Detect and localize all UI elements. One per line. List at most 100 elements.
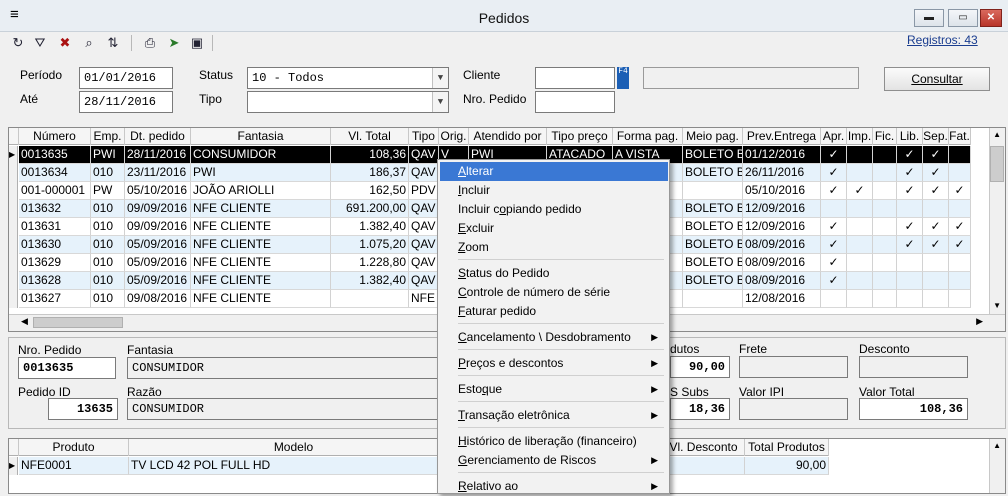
consultar-button[interactable]: Consultar (884, 67, 990, 91)
column-header[interactable]: Vl. Desconto (663, 439, 745, 456)
frete-value[interactable] (739, 356, 848, 378)
status-select[interactable]: 10 - Todos ▼ (247, 67, 449, 89)
column-header[interactable]: Forma pag. (613, 128, 683, 145)
menu-item[interactable]: Status do Pedido (440, 264, 668, 283)
ipi-value[interactable] (739, 398, 848, 420)
scroll-left-icon[interactable]: ◀ (21, 316, 28, 327)
menu-item[interactable]: Transação eletrônica ▶ (440, 406, 668, 425)
column-header[interactable]: Total Produtos (745, 439, 829, 456)
cliente-input[interactable] (535, 67, 615, 89)
column-header[interactable]: Orig. (439, 128, 469, 145)
print-icon[interactable]: ⎙ (141, 34, 159, 52)
menu-item[interactable]: Gerenciamento de Riscos ▶ (440, 451, 668, 470)
total-value[interactable]: 108,36 (859, 398, 968, 420)
desconto-value[interactable] (859, 356, 968, 378)
menu-item[interactable]: Controle de número de série (440, 283, 668, 302)
column-header[interactable]: Produto (19, 439, 129, 456)
lookup-key-f4[interactable]: F4 (617, 67, 629, 89)
column-header[interactable]: Prev.Entrega (743, 128, 821, 145)
find-icon[interactable]: ⌕ (80, 34, 98, 52)
maximize-button[interactable]: ▭ (948, 9, 978, 27)
column-header[interactable]: Meio pag. (683, 128, 743, 145)
column-header[interactable]: Tipo preço (547, 128, 613, 145)
toolbar-divider (212, 35, 213, 51)
menu-item[interactable]: Incluir copiando pedido (440, 200, 668, 219)
save-icon[interactable]: ▣ (188, 34, 206, 52)
menu-item[interactable]: Cancelamento \ Desdobramento ▶ (440, 328, 668, 347)
detail-razao-value[interactable]: CONSUMIDOR (127, 398, 447, 420)
column-header[interactable]: Fantasia (191, 128, 331, 145)
detail-fantasia-value[interactable]: CONSUMIDOR (127, 357, 447, 379)
table-cell (873, 164, 897, 182)
column-header[interactable]: Fat. (949, 128, 971, 145)
close-button[interactable]: ✕ (980, 9, 1002, 27)
table-cell: 013631 (19, 218, 91, 236)
minimize-button[interactable]: ▬ (914, 9, 944, 27)
table-cell: 1.075,20 (331, 236, 409, 254)
sort-icon[interactable]: ⇅ (104, 34, 122, 52)
produtos-value[interactable]: 90,00 (670, 356, 730, 378)
table-cell: 09/09/2016 (125, 200, 191, 218)
periodo-input[interactable]: 01/01/2016 (79, 67, 173, 89)
chevron-down-icon[interactable]: ▼ (432, 92, 448, 112)
cliente-label: Cliente (463, 68, 501, 82)
nro-pedido-input[interactable] (535, 91, 615, 113)
scroll-thumb[interactable] (990, 146, 1004, 182)
menu-item[interactable]: Alterar (440, 162, 668, 181)
scroll-up-icon[interactable]: ▲ (993, 130, 1001, 139)
table-cell: ✓ (897, 164, 923, 182)
scroll-down-icon[interactable]: ▼ (993, 301, 1001, 310)
export-icon[interactable]: ➤ (165, 34, 183, 52)
tipo-select[interactable]: ▼ (247, 91, 449, 113)
detail-pid-value[interactable]: 13635 (48, 398, 118, 420)
scroll-right-icon[interactable]: ▶ (976, 316, 983, 327)
row-indicator (9, 272, 18, 290)
table-cell: 09/09/2016 (125, 218, 191, 236)
table-cell: 08/09/2016 (743, 272, 821, 290)
menu-item[interactable]: Preços e descontos ▶ (440, 354, 668, 373)
registros-link[interactable]: Registros: 43 (907, 33, 978, 47)
menu-item[interactable]: Estoque ▶ (440, 380, 668, 399)
horizontal-scroll-thumb[interactable] (33, 317, 123, 328)
column-header[interactable]: Número (19, 128, 91, 145)
table-cell (847, 200, 873, 218)
menu-item[interactable]: Relativo ao ▶ (440, 477, 668, 496)
menu-item[interactable]: Faturar pedido (440, 302, 668, 321)
subs-value[interactable]: 18,36 (670, 398, 730, 420)
menu-item-label: Controle de número de série (458, 285, 611, 299)
column-header[interactable]: Vl. Total (331, 128, 409, 145)
table-cell: 013632 (19, 200, 91, 218)
table-cell: ✓ (821, 164, 847, 182)
menu-separator (458, 323, 664, 324)
menu-item[interactable]: Incluir (440, 181, 668, 200)
menu-item[interactable]: Histórico de liberação (financeiro) (440, 432, 668, 451)
orders-header: Número Emp. Dt. pedido Fantasia Vl. Total Tip… (9, 128, 971, 145)
refresh-icon[interactable]: ↻ (9, 34, 27, 52)
table-cell: 186,37 (331, 164, 409, 182)
scroll-up-icon[interactable]: ▲ (993, 441, 1001, 450)
column-header[interactable]: Dt. pedido (125, 128, 191, 145)
table-row[interactable]: ▶NFE0001TV LCD 42 POL FULL HD1,0090,0090… (9, 457, 829, 475)
column-header[interactable]: Tipo (409, 128, 439, 145)
column-header[interactable]: Imp. (847, 128, 873, 145)
column-header[interactable]: Modelo (129, 439, 459, 456)
table-cell: 001-000001 (19, 182, 91, 200)
column-header[interactable]: Fic. (873, 128, 897, 145)
column-header[interactable]: Emp. (91, 128, 125, 145)
clear-filter-icon[interactable]: ✖ (56, 34, 74, 52)
detail-nro-value[interactable]: 0013635 (18, 357, 116, 379)
column-header[interactable]: Lib. (897, 128, 923, 145)
context-menu: Alterar Incluir Incluir copiando pedido Exc… (437, 159, 670, 494)
filter-icon[interactable]: ⛛ (31, 34, 49, 52)
ate-input[interactable]: 28/11/2016 (79, 91, 173, 113)
menu-item[interactable]: Excluir (440, 219, 668, 238)
cliente-description (643, 67, 859, 89)
menu-item-label: Cancelamento \ Desdobramento (458, 330, 631, 344)
column-header[interactable]: Atendido por (469, 128, 547, 145)
chevron-down-icon[interactable]: ▼ (432, 68, 448, 88)
menu-item[interactable]: Zoom (440, 238, 668, 257)
table-cell (873, 254, 897, 272)
column-header[interactable]: Apr. (821, 128, 847, 145)
table-cell (873, 290, 897, 308)
column-header[interactable]: Sep. (923, 128, 949, 145)
